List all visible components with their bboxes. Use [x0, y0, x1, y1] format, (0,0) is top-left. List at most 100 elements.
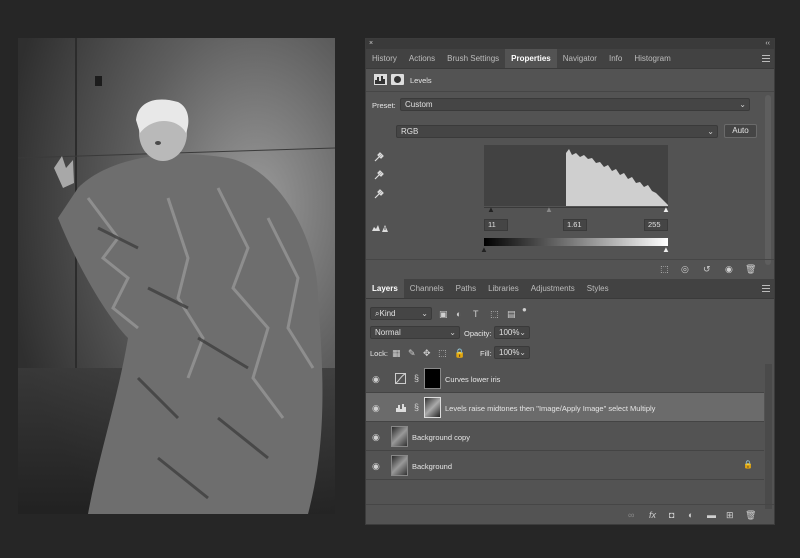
lock-artboard-icon[interactable]: ⬚ — [438, 348, 447, 358]
delete-layer-icon[interactable]: 🗑 — [745, 510, 756, 520]
blend-mode-select[interactable]: Normal ⌄ — [370, 326, 460, 339]
chevron-down-icon: ⌄ — [707, 127, 714, 136]
layers-scrollbar[interactable] — [765, 364, 772, 509]
filter-kind-value: Kind — [379, 309, 396, 318]
chain-link-icon[interactable]: § — [414, 402, 419, 412]
add-mask-icon[interactable]: ◘ — [669, 510, 674, 520]
layers-tabbar: Layers Channels Paths Libraries Adjustme… — [366, 279, 774, 299]
filter-kind-select[interactable]: ⌕Kind ⌄ — [370, 307, 432, 320]
layer-row-background-copy[interactable]: ◉ Background copy — [366, 422, 764, 451]
input-white-slider[interactable]: ▲ — [662, 205, 670, 215]
lock-all-icon[interactable]: 🔒 — [454, 348, 465, 358]
layer-thumbnail[interactable] — [391, 426, 408, 447]
tab-styles[interactable]: Styles — [581, 279, 615, 298]
tab-histogram[interactable]: Histogram — [628, 49, 676, 68]
opacity-label: Opacity: — [464, 329, 492, 338]
close-icon[interactable]: × — [369, 39, 373, 49]
opacity-field[interactable]: 100% ⌄ — [494, 326, 530, 339]
visibility-eye-icon[interactable]: ◉ — [372, 374, 380, 384]
new-adjustment-icon[interactable]: ◐ — [688, 510, 693, 520]
trash-icon[interactable]: 🗑 — [745, 264, 756, 274]
input-white-field[interactable]: 255 — [644, 219, 668, 231]
filter-type-icon[interactable]: T — [473, 309, 479, 319]
tab-properties[interactable]: Properties — [505, 49, 557, 68]
link-layers-icon[interactable]: ∞ — [628, 510, 634, 520]
lock-label: Lock: — [370, 349, 388, 358]
collapse-icon[interactable]: ‹‹ — [765, 39, 770, 49]
mask-icon[interactable] — [391, 74, 404, 85]
tab-channels[interactable]: Channels — [404, 279, 450, 298]
tab-brush-settings[interactable]: Brush Settings — [441, 49, 505, 68]
layer-thumbnail[interactable] — [391, 455, 408, 476]
input-gamma-field[interactable]: 1.61 — [563, 219, 587, 231]
output-gradient — [484, 238, 668, 246]
channel-select[interactable]: RGB ⌄ — [396, 125, 718, 138]
panel-title-strip: × ‹‹ — [366, 39, 774, 49]
divider — [366, 91, 774, 92]
tab-adjustments[interactable]: Adjustments — [525, 279, 581, 298]
document-canvas-photo[interactable] — [18, 38, 335, 514]
fill-label: Fill: — [480, 349, 492, 358]
output-white-slider[interactable]: ▲ — [662, 245, 670, 255]
visibility-eye-icon[interactable]: ◉ — [372, 461, 380, 471]
lock-icon: 🔒 — [743, 460, 753, 469]
tab-navigator[interactable]: Navigator — [557, 49, 603, 68]
layer-name[interactable]: Background copy — [412, 433, 470, 442]
tab-paths[interactable]: Paths — [450, 279, 482, 298]
layers-list: ◉ § Curves lower iris ◉ § Levels raise m… — [366, 364, 774, 509]
filter-toggle-icon[interactable]: ● — [522, 305, 527, 315]
layers-menu-icon[interactable] — [762, 285, 770, 292]
layer-row-levels[interactable]: ◉ § Levels raise midtones then "Image/Ap… — [366, 393, 764, 422]
visibility-eye-icon[interactable]: ◉ — [725, 264, 733, 274]
reset-icon[interactable]: ↺ — [703, 264, 711, 274]
clipping-warning-icon[interactable] — [371, 223, 389, 235]
gray-point-eyedropper-icon[interactable] — [374, 169, 384, 182]
tab-history[interactable]: History — [366, 49, 403, 68]
new-group-icon[interactable]: ▬ — [707, 510, 716, 520]
lock-transparent-icon[interactable]: ▦ — [392, 348, 401, 358]
filter-smart-object-icon[interactable]: ▤ — [507, 309, 516, 319]
chevron-down-icon: ⌄ — [519, 328, 526, 337]
filter-shape-icon[interactable]: ⬚ — [490, 309, 499, 319]
preset-select[interactable]: Custom ⌄ — [400, 98, 750, 111]
chain-link-icon[interactable]: § — [414, 373, 419, 383]
fill-value: 100% — [499, 348, 520, 357]
tab-libraries[interactable]: Libraries — [482, 279, 525, 298]
tab-actions[interactable]: Actions — [403, 49, 441, 68]
fx-icon[interactable]: fx — [649, 510, 656, 520]
black-point-eyedropper-icon[interactable] — [374, 151, 384, 164]
output-black-slider[interactable]: ▲ — [480, 245, 488, 255]
white-point-eyedropper-icon[interactable] — [374, 188, 384, 201]
tab-info[interactable]: Info — [603, 49, 628, 68]
fill-field[interactable]: 100% ⌄ — [494, 346, 530, 359]
layer-row-curves[interactable]: ◉ § Curves lower iris — [366, 364, 764, 393]
visibility-eye-icon[interactable]: ◉ — [372, 432, 380, 442]
preset-label: Preset: — [372, 101, 396, 110]
panel-menu-icon[interactable] — [762, 55, 770, 62]
input-slider-track[interactable] — [484, 207, 668, 208]
properties-tabbar: History Actions Brush Settings Propertie… — [366, 49, 774, 69]
input-gamma-slider[interactable]: ▲ — [545, 205, 553, 215]
chevron-down-icon: ⌄ — [421, 309, 428, 318]
lock-position-icon[interactable]: ✥ — [423, 348, 431, 358]
filter-adjustment-icon[interactable]: ◐ — [456, 309, 461, 319]
layer-name[interactable]: Background — [412, 462, 452, 471]
channel-value: RGB — [401, 127, 419, 136]
input-black-slider[interactable]: ▲ — [487, 205, 495, 215]
layer-name[interactable]: Levels raise midtones then "Image/Apply … — [445, 404, 655, 413]
layers-footer: ∞ fx ◘ ◐ ▬ ⊞ 🗑 — [366, 504, 774, 524]
layer-name[interactable]: Curves lower iris — [445, 375, 500, 384]
input-black-field[interactable]: 11 — [484, 219, 508, 231]
layer-mask-thumbnail[interactable] — [424, 368, 441, 389]
layer-row-background[interactable]: ◉ Background 🔒 — [366, 451, 764, 480]
view-previous-state-icon[interactable]: ◎ — [681, 264, 689, 274]
visibility-eye-icon[interactable]: ◉ — [372, 403, 380, 413]
layer-mask-thumbnail[interactable] — [424, 397, 441, 418]
clip-to-layer-icon[interactable]: ⬚ — [660, 264, 669, 274]
auto-button[interactable]: Auto — [724, 124, 757, 138]
tab-layers[interactable]: Layers — [366, 279, 404, 298]
new-layer-icon[interactable]: ⊞ — [726, 510, 734, 520]
lock-image-icon[interactable]: ✎ — [408, 348, 416, 358]
properties-scrollbar[interactable] — [765, 95, 771, 265]
filter-pixel-icon[interactable]: ▣ — [439, 309, 448, 319]
